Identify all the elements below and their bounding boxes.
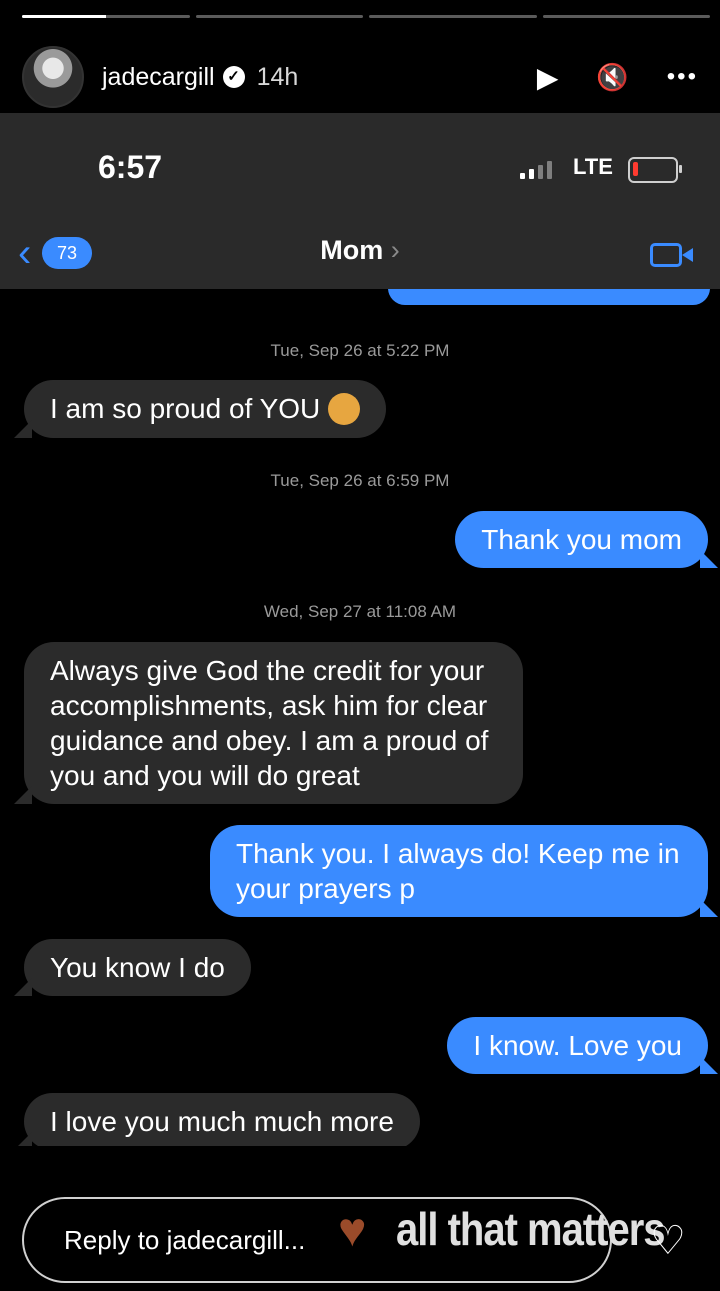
- battery-icon: [628, 157, 682, 183]
- sent-message[interactable]: Thank you. I always do! Keep me in your …: [210, 825, 718, 917]
- story-progress-bar: [22, 15, 710, 18]
- kissing-face-emoji-icon: [328, 392, 361, 425]
- heart-sticker-icon: ♥: [338, 1204, 367, 1257]
- message-text: I know. Love you: [473, 1030, 682, 1061]
- mute-icon[interactable]: 🔇: [596, 62, 628, 93]
- phone-status-bar: 6:57 LTE: [0, 113, 720, 221]
- story-progress-segment: [195, 15, 363, 18]
- timestamp: Tue, Sep 26 at 5:22 PM: [270, 341, 450, 360]
- message-text: I am so proud of YOU: [50, 393, 321, 424]
- story-username[interactable]: jadecargill: [102, 63, 215, 92]
- status-time: 6:57: [98, 149, 163, 185]
- message-thread[interactable]: Tue, Sep 26 at 5:22 PM I am so proud of …: [0, 289, 720, 1146]
- timestamp: Tue, Sep 26 at 6:59 PM: [270, 471, 450, 490]
- story-time-ago: 14h: [256, 62, 299, 91]
- contact-name-button[interactable]: Mom ›: [0, 235, 720, 266]
- text-sticker: all that matters: [396, 1204, 666, 1256]
- play-icon[interactable]: ▶: [537, 61, 559, 94]
- network-type: LTE: [573, 154, 613, 179]
- timestamp: Wed, Sep 27 at 11:08 AM: [263, 602, 457, 621]
- story-progress-segment: [22, 15, 190, 18]
- message-text: Thank you mom: [481, 524, 682, 555]
- chevron-right-icon: ›: [390, 235, 400, 265]
- story-progress-segment: [369, 15, 537, 18]
- message-text: I love you much much more: [50, 1106, 394, 1137]
- messages-nav-bar: ‹ 73 Mom ›: [0, 221, 720, 289]
- message-text: You know I do: [50, 952, 225, 983]
- sent-message[interactable]: Thank you mom: [455, 511, 718, 568]
- contact-name: Mom: [320, 235, 384, 265]
- story-progress-segment: [542, 15, 710, 18]
- message-text: Always give God the credit for your acco…: [50, 655, 489, 791]
- signal-strength-icon: [520, 161, 552, 179]
- received-message[interactable]: Always give God the credit for your acco…: [14, 642, 523, 804]
- partial-sent-bubble: [388, 289, 710, 305]
- like-heart-icon[interactable]: ♡: [650, 1218, 686, 1264]
- sent-message[interactable]: I know. Love you: [447, 1017, 718, 1074]
- reply-placeholder: Reply to jadecargill...: [64, 1225, 306, 1255]
- more-options-icon[interactable]: •••: [667, 63, 698, 91]
- avatar[interactable]: [22, 46, 84, 108]
- story-header: jadecargill ✓ 14h ▶ 🔇 •••: [22, 44, 698, 110]
- verified-check-icon: ✓: [222, 66, 245, 88]
- received-message[interactable]: You know I do: [14, 939, 251, 996]
- received-message[interactable]: I am so proud of YOU: [13, 380, 387, 438]
- video-call-icon[interactable]: [650, 243, 693, 267]
- received-message[interactable]: I love you much much more: [14, 1093, 420, 1146]
- message-text: Thank you. I always do! Keep me in your …: [236, 838, 680, 904]
